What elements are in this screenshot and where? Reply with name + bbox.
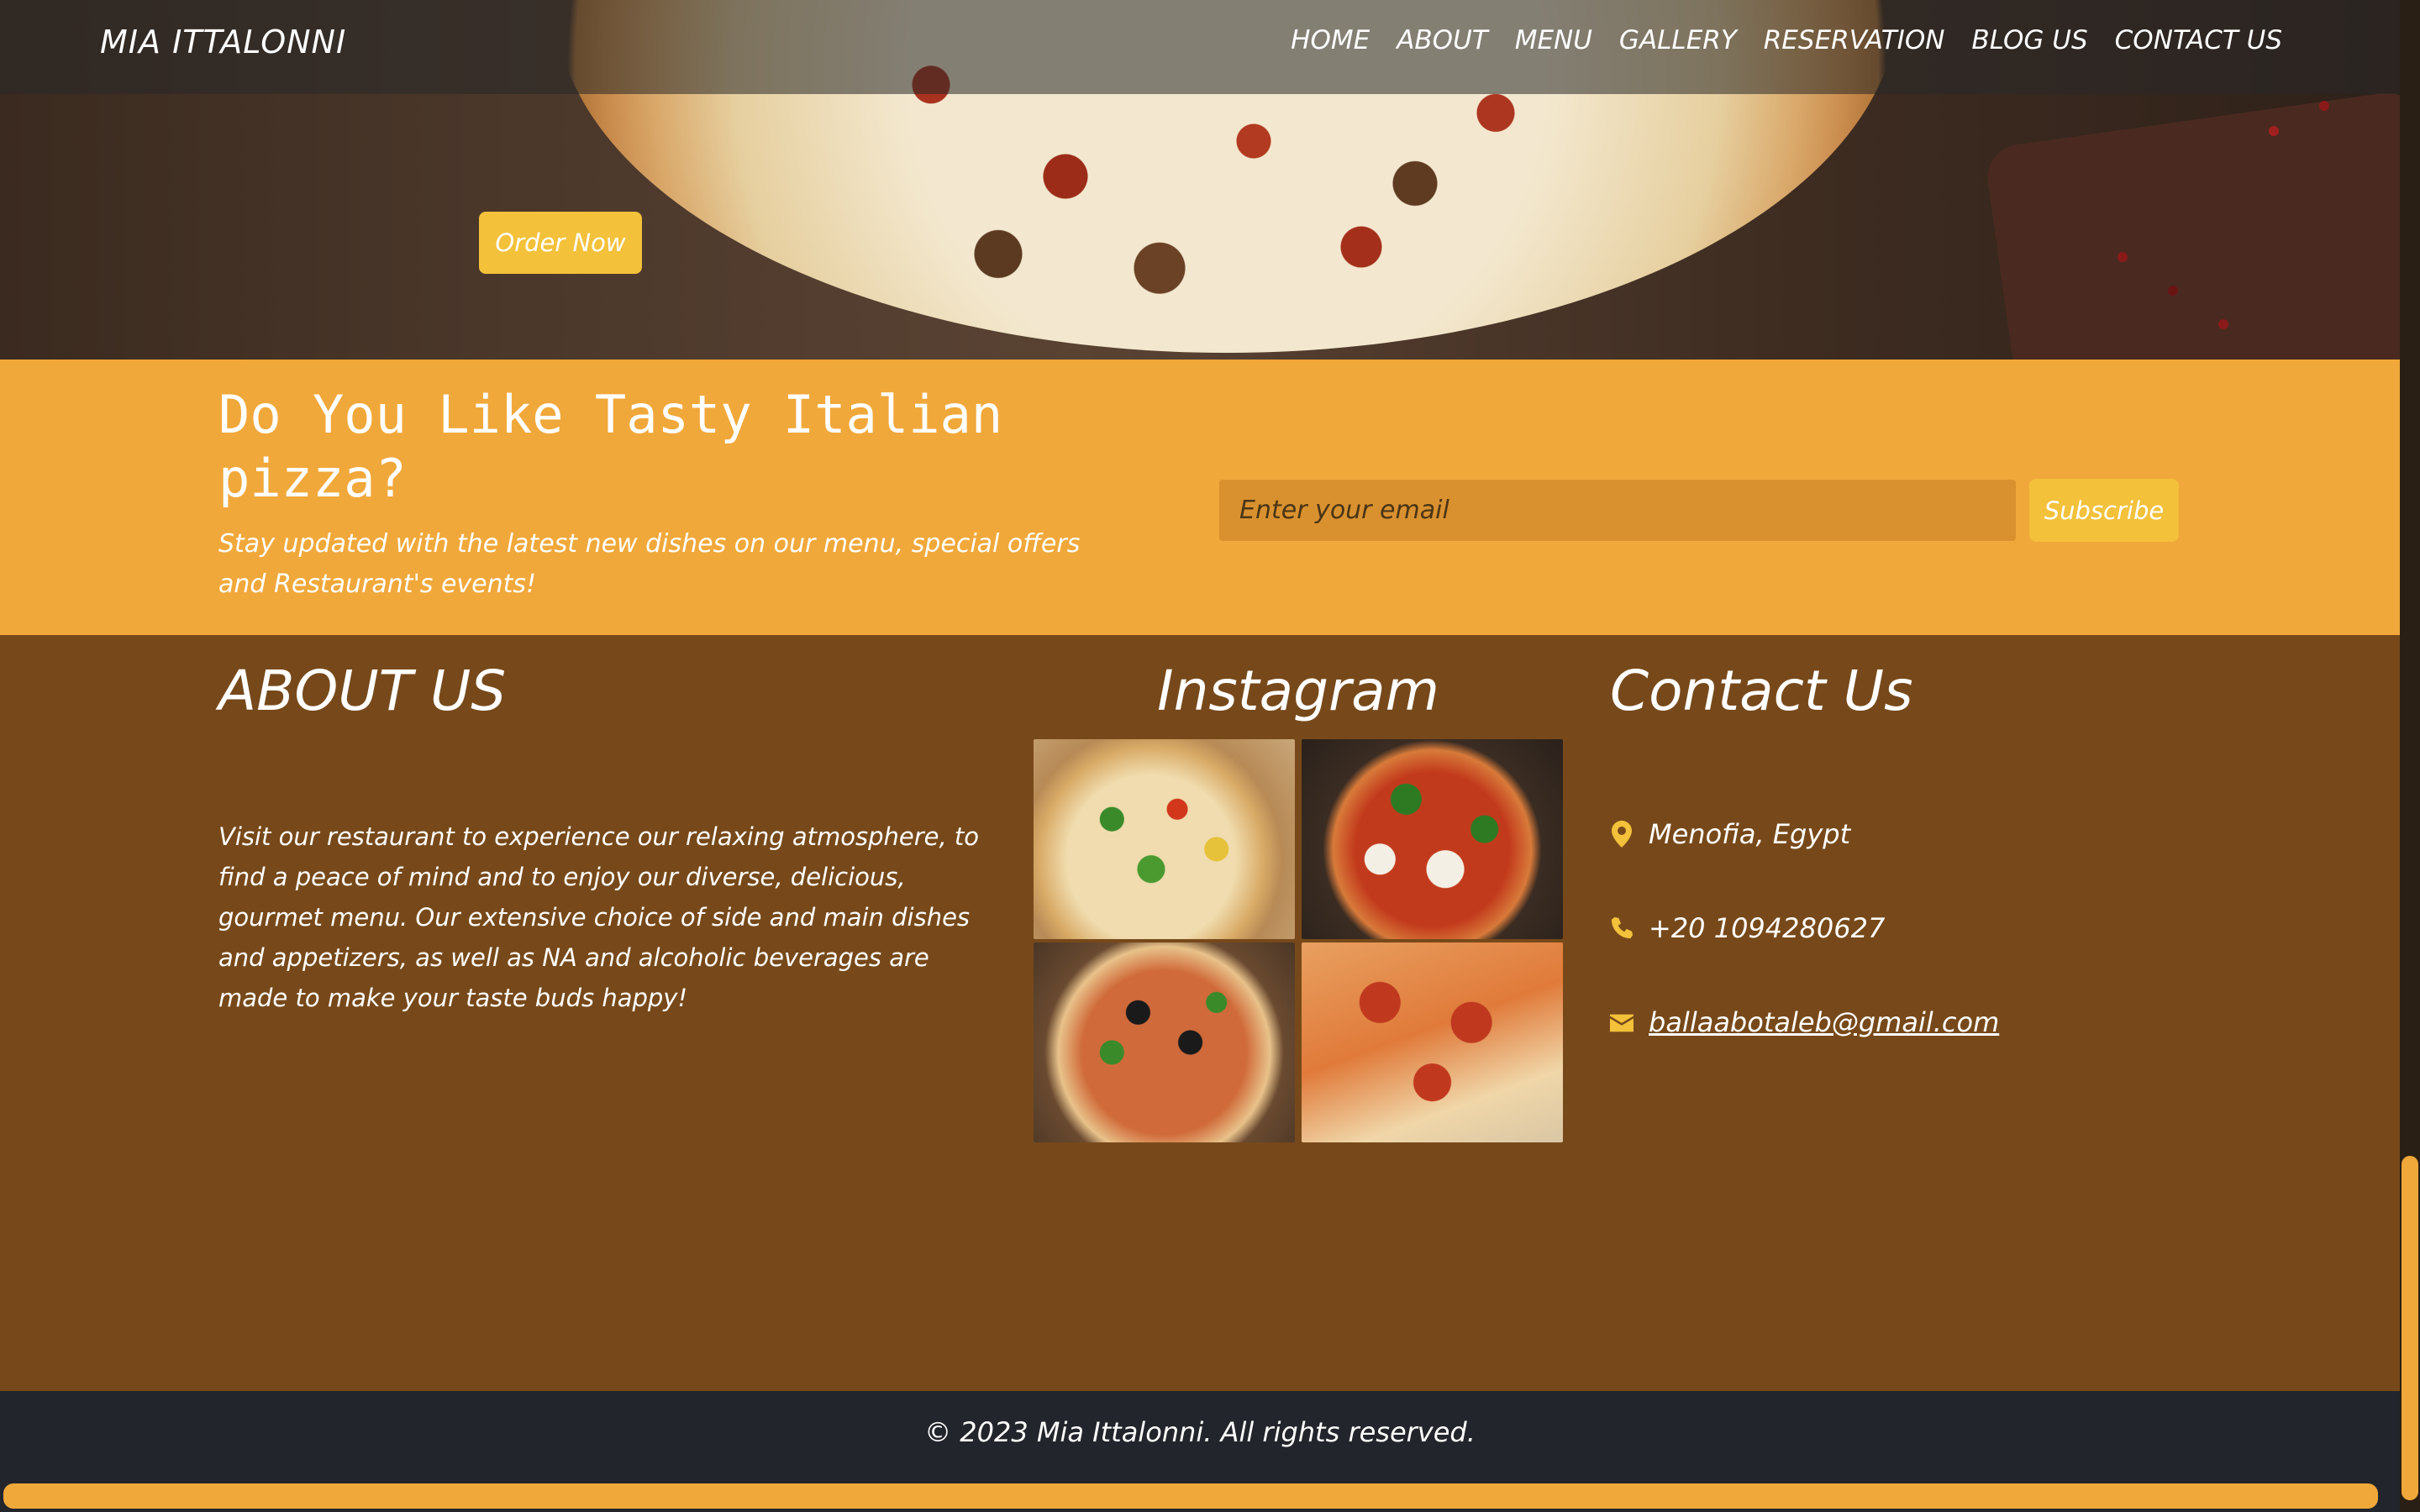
hero-peppercorn-image xyxy=(2168,286,2178,296)
hero-peppercorn-image xyxy=(2269,126,2279,136)
nav-link-gallery[interactable]: GALLERY xyxy=(1619,25,1737,55)
hero-peppercorn-image xyxy=(2319,101,2329,111)
newsletter-title: Do You Like Tasty Italian pizza? xyxy=(218,384,1003,509)
instagram-photo-veggie-pizza[interactable] xyxy=(1034,739,1295,939)
contact-title: Contact Us xyxy=(1610,659,1913,723)
about-title: ABOUT US xyxy=(218,659,507,723)
about-text: Visit our restaurant to experience our r… xyxy=(218,822,980,1012)
map-marker-icon xyxy=(1610,821,1634,848)
nav-link-blog[interactable]: BLOG US xyxy=(1971,25,2087,55)
hero-napkin-image xyxy=(1983,88,2400,360)
envelope-icon xyxy=(1610,1009,1634,1036)
brand-logo[interactable]: MIA ITTALONNI xyxy=(100,24,346,60)
contact-location: Menofia, Egypt xyxy=(1610,818,1850,850)
navbar: MIA ITTALONNI HOME ABOUT MENU GALLERY RE… xyxy=(0,0,2400,94)
order-now-button[interactable]: Order Now xyxy=(479,212,642,274)
contact-email-link[interactable]: ballaabotaleb@gmail.com xyxy=(1649,1006,1999,1038)
nav-link-reservation[interactable]: RESERVATION xyxy=(1764,25,1945,55)
instagram-photo-margherita-pizza[interactable] xyxy=(1302,739,1563,939)
page: MIA ITTALONNI HOME ABOUT MENU GALLERY RE… xyxy=(0,0,2420,1512)
phone-icon xyxy=(1610,915,1634,942)
nav-link-about[interactable]: ABOUT xyxy=(1397,25,1488,55)
nav-links: HOME ABOUT MENU GALLERY RESERVATION BLOG… xyxy=(1291,25,2282,55)
hero-section: MIA ITTALONNI HOME ABOUT MENU GALLERY RE… xyxy=(0,0,2400,360)
nav-link-menu[interactable]: MENU xyxy=(1515,25,1592,55)
scrollbar-thumb[interactable] xyxy=(2402,1156,2418,1500)
subscribe-button[interactable]: Subscribe xyxy=(2029,479,2179,542)
contact-phone-text: +20 1094280627 xyxy=(1649,912,1886,944)
info-section: ABOUT US Visit our restaurant to experie… xyxy=(0,635,2400,1391)
instagram-photo-pepperoni-pizza[interactable] xyxy=(1302,942,1563,1142)
newsletter-subtitle: Stay updated with the latest new dishes … xyxy=(218,529,1081,599)
contact-location-text: Menofia, Egypt xyxy=(1649,818,1851,850)
bottom-accent-bar xyxy=(3,1483,2378,1509)
nav-link-contact[interactable]: CONTACT US xyxy=(2115,25,2282,55)
nav-link-home[interactable]: HOME xyxy=(1291,25,1370,55)
contact-email: ballaabotaleb@gmail.com xyxy=(1610,1006,1999,1038)
hero-peppercorn-image xyxy=(2218,319,2228,329)
instagram-grid xyxy=(1034,739,1563,1142)
email-input[interactable] xyxy=(1219,480,2016,541)
copyright-text: © 2023 Mia Ittalonni. All rights reserve… xyxy=(924,1416,1476,1448)
hero-peppercorn-image xyxy=(2118,252,2128,262)
newsletter-section: Do You Like Tasty Italian pizza? Stay up… xyxy=(0,360,2400,635)
instagram-photo-olive-pizza[interactable] xyxy=(1034,942,1295,1142)
instagram-title: Instagram xyxy=(1157,659,1439,723)
contact-phone: +20 1094280627 xyxy=(1610,912,1885,944)
